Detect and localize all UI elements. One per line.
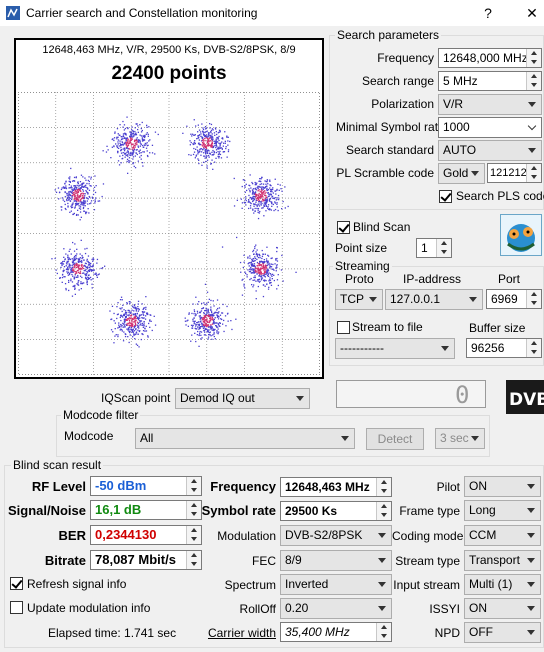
points-count: 22400 points <box>111 63 227 84</box>
svg-text:DVB: DVB <box>509 390 544 410</box>
spectrum-select[interactable]: Inverted <box>280 574 392 595</box>
frame-type-label: Frame type <box>399 504 460 518</box>
search-range-input[interactable]: 5 MHz <box>438 71 542 91</box>
help-button[interactable]: ? <box>478 3 498 23</box>
stream-to-file-checkbox[interactable] <box>337 321 350 334</box>
update-modulation-label: Update modulation info <box>27 601 151 615</box>
modcode-filter-label: Modcode filter <box>61 408 141 422</box>
ber-label: BER <box>58 528 86 543</box>
rolloff-select[interactable]: 0.20 <box>280 598 392 619</box>
spectrum-label: Spectrum <box>224 578 276 592</box>
port-input[interactable]: 6969 <box>486 289 542 309</box>
pl-scramble-mode-select[interactable]: Gold <box>438 163 485 184</box>
symbol-rate-label: Symbol rate <box>201 503 276 518</box>
blind-scan-result-label: Blind scan result <box>11 458 104 472</box>
iqscan-point-label: IQScan point <box>101 391 171 405</box>
proto-label: Proto <box>345 272 374 286</box>
pl-scramble-code-input[interactable]: 121212 <box>487 163 542 183</box>
issyi-label: ISSYI <box>429 602 460 616</box>
signal-noise-label: Signal/Noise <box>7 503 86 518</box>
stream-type-select[interactable]: Transport <box>464 550 541 571</box>
result-frequency-label: Frequency <box>210 479 276 494</box>
input-stream-label: Input stream <box>393 578 460 592</box>
point-size-input[interactable]: 1 <box>416 238 452 258</box>
npd-select[interactable]: OFF <box>464 622 541 643</box>
search-pls-label: Search PLS code <box>456 189 544 203</box>
proto-select[interactable]: TCP <box>335 289 383 310</box>
bitrate-label: Bitrate <box>44 553 86 568</box>
detect-interval-select[interactable]: 3 sec <box>435 428 485 449</box>
modulation-select[interactable]: DVB-S2/8PSK <box>280 525 392 546</box>
frequency-input[interactable]: 12648,000 MHz <box>438 48 542 68</box>
min-symbol-rate-label: Minimal Symbol rate <box>336 120 445 134</box>
input-stream-select[interactable]: Multi (1) <box>464 574 541 595</box>
issyi-select[interactable]: ON <box>464 598 541 619</box>
frame-type-select[interactable]: Long <box>464 500 541 521</box>
bitrate-value: 78,087 Mbit/s <box>90 550 202 570</box>
min-symbol-rate-select[interactable]: 1000 <box>438 117 542 138</box>
rolloff-label: RollOff <box>239 602 276 616</box>
signal-noise-value: 16,1 dB <box>90 500 202 520</box>
coding-mode-select[interactable]: CCM <box>464 525 541 546</box>
modulation-label: Modulation <box>217 529 276 543</box>
blind-scan-label: Blind Scan <box>353 220 411 234</box>
detect-button[interactable]: Detect <box>366 428 424 450</box>
rf-level-label: RF Level <box>31 479 86 494</box>
buffer-size-input[interactable]: 96256 <box>466 338 542 358</box>
pilot-select[interactable]: ON <box>464 476 541 497</box>
modcode-select[interactable]: All <box>135 428 355 449</box>
app-icon <box>6 6 20 20</box>
stream-file-select[interactable]: ----------- <box>335 338 455 359</box>
result-frequency-value: 12648,463 MHz <box>280 477 392 497</box>
satellite-dish-icon[interactable] <box>500 214 542 256</box>
window-title: Carrier search and Constellation monitor… <box>26 6 258 20</box>
carrier-width-value: 35,400 MHz <box>280 622 392 642</box>
coding-mode-label: Coding mode <box>392 529 464 543</box>
polarization-label: Polarization <box>371 97 434 111</box>
constellation-plot <box>18 92 320 375</box>
rf-level-value: -50 dBm <box>90 476 202 496</box>
close-button[interactable]: ✕ <box>522 3 542 23</box>
search-pls-checkbox[interactable] <box>439 190 452 203</box>
refresh-signal-checkbox[interactable] <box>10 577 23 590</box>
iqscan-point-select[interactable]: Demod IQ out <box>175 388 310 409</box>
search-standard-select[interactable]: AUTO <box>438 140 542 161</box>
dvb-logo-icon: DVB <box>506 380 544 414</box>
fec-label: FEC <box>252 554 276 568</box>
search-standard-label: Search standard <box>345 143 434 157</box>
symbol-rate-value: 29500 Ks <box>280 501 392 521</box>
buffer-size-label: Buffer size <box>469 321 526 335</box>
blind-scan-checkbox[interactable] <box>337 221 350 234</box>
elapsed-time: Elapsed time: 1.741 sec <box>48 626 177 640</box>
streaming-label: Streaming <box>333 259 392 273</box>
ip-address-label: IP-address <box>403 272 462 286</box>
search-parameters-label: Search parameters <box>335 28 442 42</box>
stream-to-file-label: Stream to file <box>352 320 423 334</box>
update-modulation-checkbox[interactable] <box>10 601 23 614</box>
fec-select[interactable]: 8/9 <box>280 550 392 571</box>
npd-label: NPD <box>434 626 460 640</box>
pl-scramble-label: PL Scramble code <box>336 166 434 180</box>
ip-address-select[interactable]: 127.0.0.1 <box>385 289 483 310</box>
ber-value: 0,2344130 <box>90 525 202 545</box>
carrier-width-label[interactable]: Carrier width <box>200 626 276 640</box>
stream-type-label: Stream type <box>395 554 460 568</box>
refresh-signal-label: Refresh signal info <box>27 577 127 591</box>
modcode-label: Modcode <box>64 429 114 443</box>
polarization-select[interactable]: V/R <box>438 94 542 115</box>
search-range-label: Search range <box>361 74 434 88</box>
constellation-info: 12648,463 MHz, V/R, 29500 Ks, DVB-S2/8PS… <box>42 44 296 56</box>
pilot-label: Pilot <box>436 480 460 494</box>
lcd-digit: 0 <box>455 381 470 409</box>
point-size-label: Point size <box>335 241 388 255</box>
frequency-label: Frequency <box>377 51 434 65</box>
port-label: Port <box>498 272 521 286</box>
